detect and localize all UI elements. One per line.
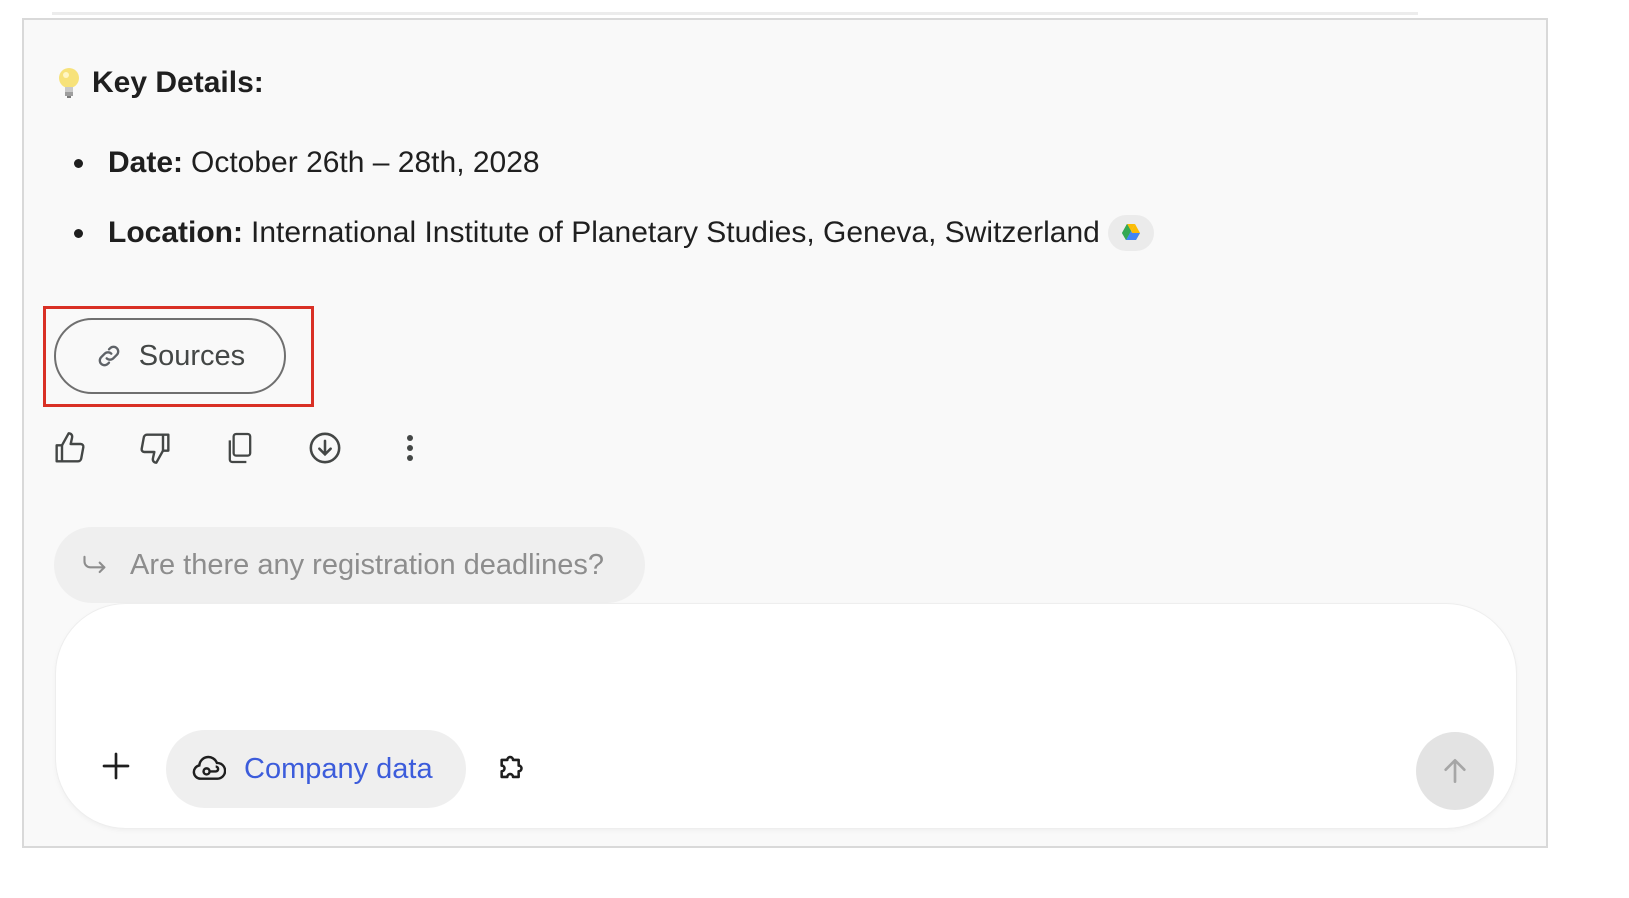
plus-icon	[102, 752, 130, 780]
thumbs-down-button[interactable]	[137, 425, 173, 471]
thumbs-down-icon	[140, 433, 170, 464]
company-data-label: Company data	[244, 752, 433, 785]
suggested-followup[interactable]: Are there any registration deadlines?	[54, 527, 645, 603]
details-list: Date: October 26th – 28th, 2028 Location…	[68, 138, 1154, 278]
more-options-button[interactable]	[392, 425, 428, 471]
prompt-input[interactable]	[104, 634, 1408, 716]
link-icon	[98, 345, 120, 367]
thumbs-up-button[interactable]	[52, 425, 88, 471]
thumbs-up-icon	[55, 432, 85, 463]
copy-button[interactable]	[222, 425, 258, 471]
lightbulb-icon	[59, 68, 79, 98]
heading-text: Key Details:	[92, 66, 264, 99]
arrow-up-icon	[1444, 759, 1466, 783]
divider	[52, 12, 1418, 15]
copy-icon	[228, 432, 252, 464]
send-button[interactable]	[1416, 732, 1494, 810]
company-data-button[interactable]: Company data	[166, 730, 466, 808]
sources-label: Sources	[138, 339, 246, 372]
detail-value: October 26th – 28th, 2028	[191, 146, 540, 179]
detail-value: International Institute of Planetary Stu…	[251, 216, 1100, 249]
cloud-link-icon	[192, 755, 226, 780]
extensions-button[interactable]	[492, 746, 534, 788]
download-button[interactable]	[307, 425, 343, 471]
add-attachment-button[interactable]	[92, 742, 140, 790]
detail-label: Location:	[108, 216, 243, 249]
prompt-composer: Company data	[56, 604, 1516, 828]
response-actions	[52, 425, 428, 471]
key-details-heading: Key Details:	[56, 66, 264, 100]
puzzle-icon	[500, 755, 523, 779]
sources-button[interactable]: Sources	[54, 318, 286, 394]
reply-arrow-icon	[83, 555, 106, 574]
more-vert-icon	[407, 435, 413, 461]
drive-source-chip[interactable]	[1107, 215, 1154, 251]
bullet-dot	[74, 159, 83, 168]
detail-label: Date:	[108, 146, 184, 179]
list-item-date: Date: October 26th – 28th, 2028	[68, 138, 1154, 188]
list-item-location: Location: International Institute of Pla…	[68, 208, 1154, 258]
bullet-dot	[74, 229, 83, 238]
download-icon	[309, 432, 341, 464]
google-drive-icon	[1121, 224, 1140, 240]
suggestion-text: Are there any registration deadlines?	[130, 548, 604, 581]
